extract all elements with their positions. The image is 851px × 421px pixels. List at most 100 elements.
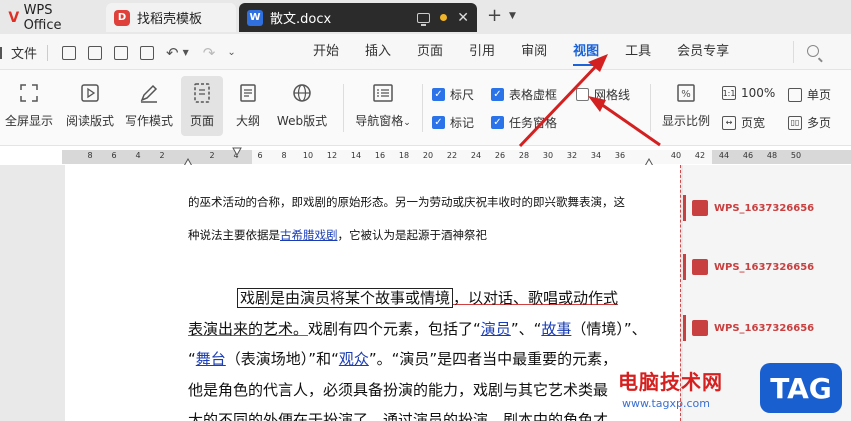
web-layout-button[interactable]: Web版式 <box>272 76 332 136</box>
reading-mode-button[interactable]: 阅读版式 <box>62 76 118 136</box>
hyperlink[interactable]: 古希腊戏剧 <box>280 228 338 242</box>
chevron-down-icon[interactable]: ⌄ <box>227 47 235 58</box>
horizontal-ruler[interactable]: 8 6 4 2 2 4 6 8 10 12 14 16 18 20 22 24 26 28 30 32 34 36 40 42… <box>62 150 851 164</box>
menu-icon[interactable] <box>0 46 6 59</box>
new-tab-icon[interactable]: + <box>487 7 502 25</box>
ruler-number: 2 <box>209 151 215 160</box>
writing-mode-button[interactable]: 写作模式 <box>122 76 176 136</box>
chevron-down-icon[interactable]: ▼ <box>183 48 189 57</box>
ruler-number: 34 <box>590 151 602 160</box>
paragraph-line: 大的不同的外便在于扮演了，通过演员的扮演，剧本中的角色才 <box>188 411 609 421</box>
table-gridlines-checkbox[interactable]: ✓ 表格虚框 <box>491 86 557 103</box>
undo-icon[interactable]: ↶ <box>166 44 179 62</box>
tab-start[interactable]: 开始 <box>300 34 352 70</box>
ruler-number: 22 <box>446 151 458 160</box>
ruler-number: 14 <box>350 151 362 160</box>
tab-wps-office[interactable]: ᐯ WPS Office <box>0 3 100 33</box>
zoom-button[interactable]: % 显示比例 <box>658 76 714 136</box>
button-label: 阅读版式 <box>65 114 114 128</box>
divider <box>793 41 794 63</box>
comment-balloon[interactable]: WPS_1637326656 <box>683 315 851 341</box>
outline-button[interactable]: 大纲 <box>230 76 266 136</box>
button-label: Web版式 <box>276 114 328 128</box>
hyperlink[interactable]: 故事 <box>541 320 571 338</box>
navigation-pane-button[interactable]: 导航窗格⌄ <box>350 76 416 136</box>
checkmark-icon: ✓ <box>491 116 504 129</box>
page-view-button[interactable]: 页面 <box>181 76 223 136</box>
ruler-number: 42 <box>694 151 706 160</box>
tab-page[interactable]: 页面 <box>404 34 456 70</box>
ruler-number: 8 <box>87 151 93 160</box>
comment-author: WPS_1637326656 <box>714 322 815 334</box>
page-icon <box>189 80 215 106</box>
tab-label: 找稻壳模板 <box>137 12 203 27</box>
file-menu[interactable]: 文件 <box>11 43 37 62</box>
fullscreen-button[interactable]: 全屏显示 <box>2 76 56 136</box>
tab-view[interactable]: 视图 <box>560 34 612 70</box>
hyperlink[interactable]: 观众 <box>339 350 369 368</box>
gridlines-checkbox[interactable]: 网格线 <box>576 86 630 103</box>
redo-icon[interactable]: ↷ <box>203 44 216 62</box>
first-line-indent-marker[interactable] <box>232 147 242 156</box>
page-width-button[interactable]: ↔ 页宽 <box>722 114 765 131</box>
docer-icon: D <box>114 9 130 26</box>
search-icon[interactable] <box>807 45 819 57</box>
checkbox-label: 表格虚框 <box>509 88 558 102</box>
ruler-checkbox[interactable]: ✓ 标尺 <box>432 86 474 103</box>
wps-logo-icon: ᐯ <box>8 9 20 26</box>
button-label: 单页 <box>807 88 832 102</box>
view-toolbar: 全屏显示 阅读版式 写作模式 页面 大纲 Web版式 导航窗格⌄ ✓ 标尺 ✓ … <box>0 70 851 146</box>
save-icon[interactable] <box>62 45 77 60</box>
markup-checkbox[interactable]: ✓ 标记 <box>432 114 474 131</box>
tab-document[interactable]: W 散文.docx ✕ <box>239 3 477 32</box>
close-icon[interactable]: ✕ <box>457 10 469 26</box>
selected-text[interactable]: 戏剧是由演员将某个故事或情境 <box>237 288 454 308</box>
hyperlink[interactable]: 演员 <box>481 320 511 338</box>
unsaved-dot-icon <box>440 14 448 21</box>
tab-references[interactable]: 引用 <box>456 34 508 70</box>
globe-icon <box>289 80 315 106</box>
ruler-number: 10 <box>302 151 314 160</box>
button-label: 页宽 <box>741 116 766 130</box>
menu-bar: 文件 ↶ ▼ ↷ ⌄ 开始 插入 页面 引用 审阅 视图 工具 会员专享 <box>0 34 851 70</box>
hyperlink[interactable]: 舞台 <box>196 350 226 368</box>
single-page-button[interactable]: 单页 <box>788 86 831 103</box>
button-label: 页面 <box>189 114 214 128</box>
tab-review[interactable]: 审阅 <box>508 34 560 70</box>
zoom-100-button[interactable]: 1:1 100% <box>722 86 775 100</box>
comment-balloon[interactable]: WPS_1637326656 <box>683 195 851 221</box>
ruler-number: 18 <box>398 151 410 160</box>
export-pdf-icon[interactable] <box>88 45 103 60</box>
comment-balloon[interactable]: WPS_1637326656 <box>683 254 851 280</box>
task-pane-checkbox[interactable]: ✓ 任务窗格 <box>491 114 557 131</box>
button-label: 显示比例 <box>661 114 710 128</box>
multi-page-button[interactable]: ▯▯ 多页 <box>788 114 831 131</box>
tab-insert[interactable]: 插入 <box>352 34 404 70</box>
avatar <box>692 259 708 275</box>
ruler-number: 50 <box>790 151 802 160</box>
print-preview-icon[interactable] <box>140 45 155 60</box>
tab-template[interactable]: D 找稻壳模板 <box>106 3 236 32</box>
actual-size-icon: 1:1 <box>722 86 736 100</box>
ruler-number: 32 <box>566 151 578 160</box>
ruler-number: 6 <box>111 151 117 160</box>
ruler-number: 40 <box>670 151 682 160</box>
checkmark-icon: ✓ <box>432 88 445 101</box>
watermark-logo: TAG <box>760 363 842 413</box>
divider <box>422 84 423 132</box>
print-icon[interactable] <box>114 45 129 60</box>
monitor-icon[interactable] <box>417 12 431 26</box>
checkmark-icon: ✓ <box>491 88 504 101</box>
list-icon <box>370 80 396 106</box>
ruler-text-area <box>252 150 712 164</box>
checkbox-label: 标记 <box>450 116 475 130</box>
svg-text:%: % <box>681 89 691 100</box>
tab-tools[interactable]: 工具 <box>612 34 664 70</box>
pen-icon <box>136 80 162 106</box>
tab-member[interactable]: 会员专享 <box>664 34 742 70</box>
chevron-down-icon[interactable]: ▼ <box>509 11 516 21</box>
comment-author: WPS_1637326656 <box>714 202 815 214</box>
ruler-number: 28 <box>518 151 530 160</box>
checkbox-label: 标尺 <box>450 88 475 102</box>
ruler-number: 46 <box>742 151 754 160</box>
